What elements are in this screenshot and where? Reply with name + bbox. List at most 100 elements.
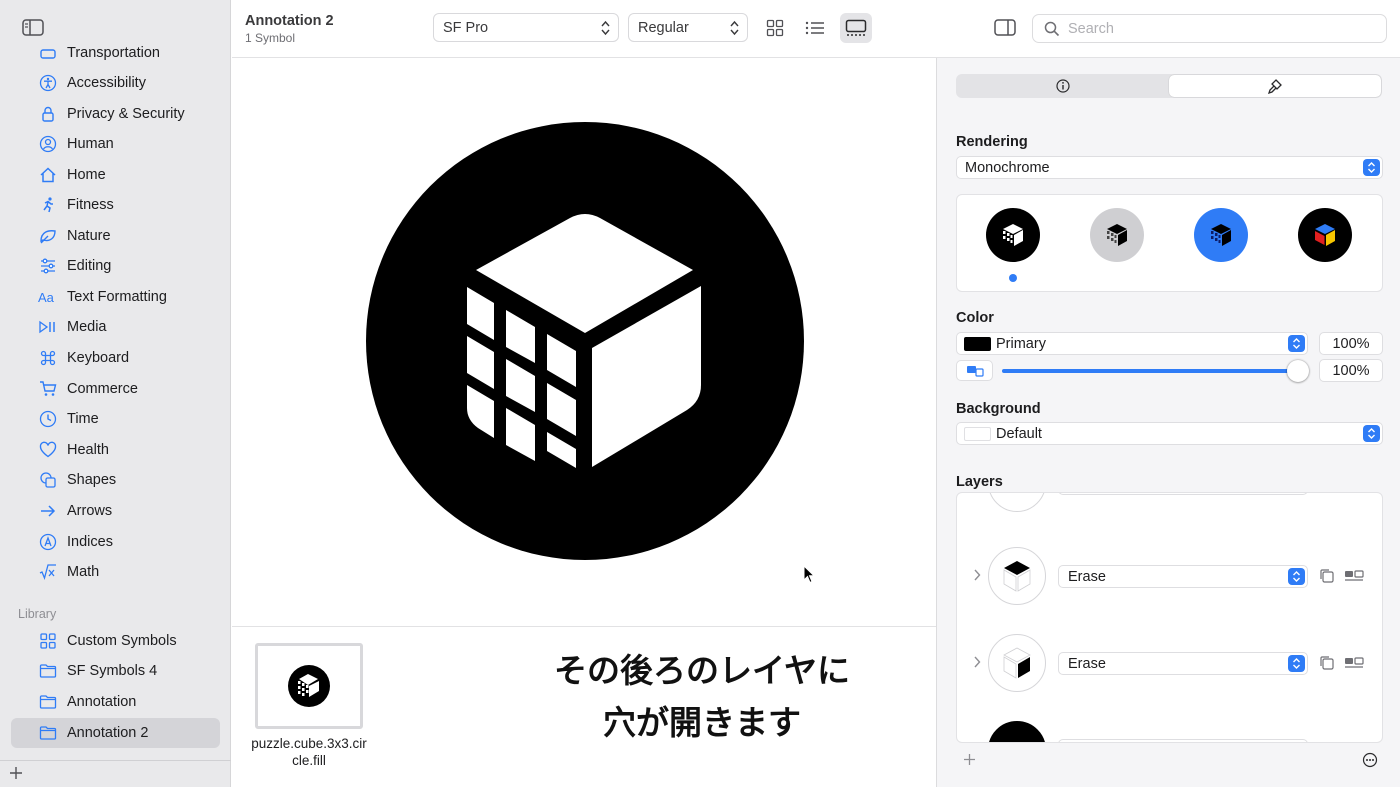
sidebar-item-editing[interactable]: Editing — [11, 251, 220, 281]
cube-icon — [1211, 224, 1231, 246]
add-collection-button[interactable] — [9, 766, 23, 780]
sidebar-item-arrows[interactable]: Arrows — [11, 496, 220, 526]
sidebar-item-label: Fitness — [67, 197, 114, 213]
grid-view-button[interactable] — [759, 13, 791, 43]
color-popup-value: Primary — [996, 335, 1046, 352]
layer-mode-value: Erase — [1068, 568, 1106, 585]
more-options-icon[interactable] — [1362, 752, 1378, 768]
mode-hierarchical[interactable] — [1090, 208, 1144, 262]
list-view-icon — [805, 21, 824, 35]
sidebar-item-label: Commerce — [67, 381, 138, 397]
layer-mode-popup[interactable] — [1058, 493, 1308, 495]
sidebar-item-sf-symbols-4[interactable]: SF Symbols 4 — [11, 656, 220, 686]
color-mode-button[interactable] — [956, 360, 993, 381]
sidebar-item-human[interactable]: Human — [11, 129, 220, 159]
layer-row[interactable]: Erase — [957, 541, 1382, 611]
layer-thumbnail — [988, 493, 1046, 512]
inspector-toggle-icon[interactable] — [994, 19, 1016, 36]
sidebar-item-fitness[interactable]: Fitness — [11, 190, 220, 220]
sidebar-item-nature[interactable]: Nature — [11, 221, 220, 251]
sidebar-item-time[interactable]: Time — [11, 404, 220, 434]
slider-opacity-field[interactable]: 100% — [1319, 359, 1383, 382]
sidebar-item-keyboard[interactable]: Keyboard — [11, 343, 220, 373]
rendering-popup[interactable]: Monochrome — [956, 156, 1383, 179]
tab-info[interactable] — [957, 75, 1169, 97]
page-title: Annotation 2 — [245, 13, 334, 29]
house-icon — [38, 165, 58, 185]
symbol-gallery-strip: puzzle.cube.3x3.circle.fill その後ろのレイヤに 穴が… — [232, 626, 936, 787]
color-popup[interactable]: Primary — [956, 332, 1308, 355]
sidebar-item-custom-symbols[interactable]: Custom Symbols — [11, 626, 220, 656]
sidebar-item-annotation-2[interactable]: Annotation 2 — [11, 718, 220, 748]
font-popup[interactable]: SF Pro — [433, 13, 619, 42]
sidebar-item-health[interactable]: Health — [11, 435, 220, 465]
layer-mode-popup[interactable]: Erase — [1058, 565, 1308, 588]
background-popup[interactable]: Default — [956, 422, 1383, 445]
layer-options-icon[interactable] — [1344, 655, 1364, 671]
layer-options-icon[interactable] — [1344, 568, 1364, 584]
sidebar-item-annotation[interactable]: Annotation — [11, 687, 220, 717]
duplicate-icon[interactable] — [1318, 568, 1336, 584]
symbol-canvas — [232, 58, 936, 626]
sidebar-item-privacy-security[interactable]: Privacy & Security — [11, 99, 220, 129]
gallery-view-button[interactable] — [840, 13, 872, 43]
toolbar: Annotation 2 1 Symbol SF Pro Regular — [232, 0, 1400, 58]
layer-row[interactable] — [957, 493, 1382, 518]
svg-text:Aa: Aa — [38, 290, 55, 305]
sidebar-item-indices[interactable]: Indices — [11, 527, 220, 557]
weight-popup[interactable]: Regular — [628, 13, 748, 42]
textformat-icon: Aa — [38, 287, 58, 307]
add-layer-button[interactable] — [963, 753, 976, 766]
symbol-thumbnail[interactable] — [255, 643, 363, 729]
layer-mode-popup[interactable]: Erase — [1058, 652, 1308, 675]
mode-multicolor[interactable] — [1298, 208, 1352, 262]
sidebar-item-text-formatting[interactable]: Aa Text Formatting — [11, 282, 220, 312]
a-circle-icon — [38, 532, 58, 552]
mode-monochrome[interactable] — [986, 208, 1040, 262]
mode-palette[interactable] — [1194, 208, 1248, 262]
color-opacity-field[interactable]: 100% — [1319, 332, 1383, 355]
up-down-chevron-icon — [1288, 655, 1305, 672]
sidebar: Transportation Accessibility Privacy & S… — [0, 0, 231, 787]
cube-icon — [1003, 224, 1023, 246]
cube-icon — [1315, 224, 1335, 246]
paintbrush-icon — [1267, 79, 1282, 94]
sidebar-toggle-icon[interactable] — [22, 19, 44, 36]
chevron-right-icon[interactable] — [973, 656, 981, 668]
sidebar-item-label: Privacy & Security — [67, 106, 185, 122]
layer-row[interactable] — [957, 715, 1382, 742]
tab-appearance[interactable] — [1169, 75, 1381, 97]
sidebar-item-math[interactable]: Math — [11, 557, 220, 587]
search-field[interactable] — [1032, 14, 1387, 43]
sidebar-item-media[interactable]: Media — [11, 312, 220, 342]
background-label: Background — [956, 401, 1041, 417]
sidebar-item-shapes[interactable]: Shapes — [11, 465, 220, 495]
sidebar-item-accessibility[interactable]: Accessibility — [11, 68, 220, 98]
sidebar-item-label: Media — [67, 319, 107, 335]
layer-thumbnail — [988, 634, 1046, 692]
plus-icon — [10, 767, 22, 779]
gallery-view-icon — [845, 19, 867, 36]
layer-mode-popup[interactable] — [1058, 739, 1308, 742]
background-swatch — [964, 426, 991, 441]
sidebar-item-home[interactable]: Home — [11, 160, 220, 190]
sidebar-item-commerce[interactable]: Commerce — [11, 374, 220, 404]
sidebar-item-label: Editing — [67, 258, 112, 274]
opacity-slider-track[interactable] — [1002, 369, 1297, 373]
color-toggle-icon — [966, 365, 984, 377]
lock-icon — [38, 104, 58, 124]
list-view-button[interactable] — [799, 13, 831, 43]
opacity-slider-knob[interactable] — [1287, 360, 1309, 382]
sidebar-item-label: Health — [67, 442, 109, 458]
caption-line-1: その後ろのレイヤに — [553, 652, 850, 689]
search-input[interactable] — [1068, 20, 1368, 37]
puzzle-cube-circle-fill-icon — [366, 122, 804, 560]
cube-right-face-icon — [1003, 647, 1031, 679]
layer-row[interactable]: Erase — [957, 628, 1382, 698]
duplicate-icon[interactable] — [1318, 655, 1336, 671]
library-heading: Library — [18, 607, 57, 621]
sidebar-item-transportation[interactable]: Transportation — [11, 40, 220, 68]
folder-icon — [38, 661, 58, 681]
up-down-chevron-icon — [1288, 335, 1305, 352]
chevron-right-icon[interactable] — [973, 569, 981, 581]
